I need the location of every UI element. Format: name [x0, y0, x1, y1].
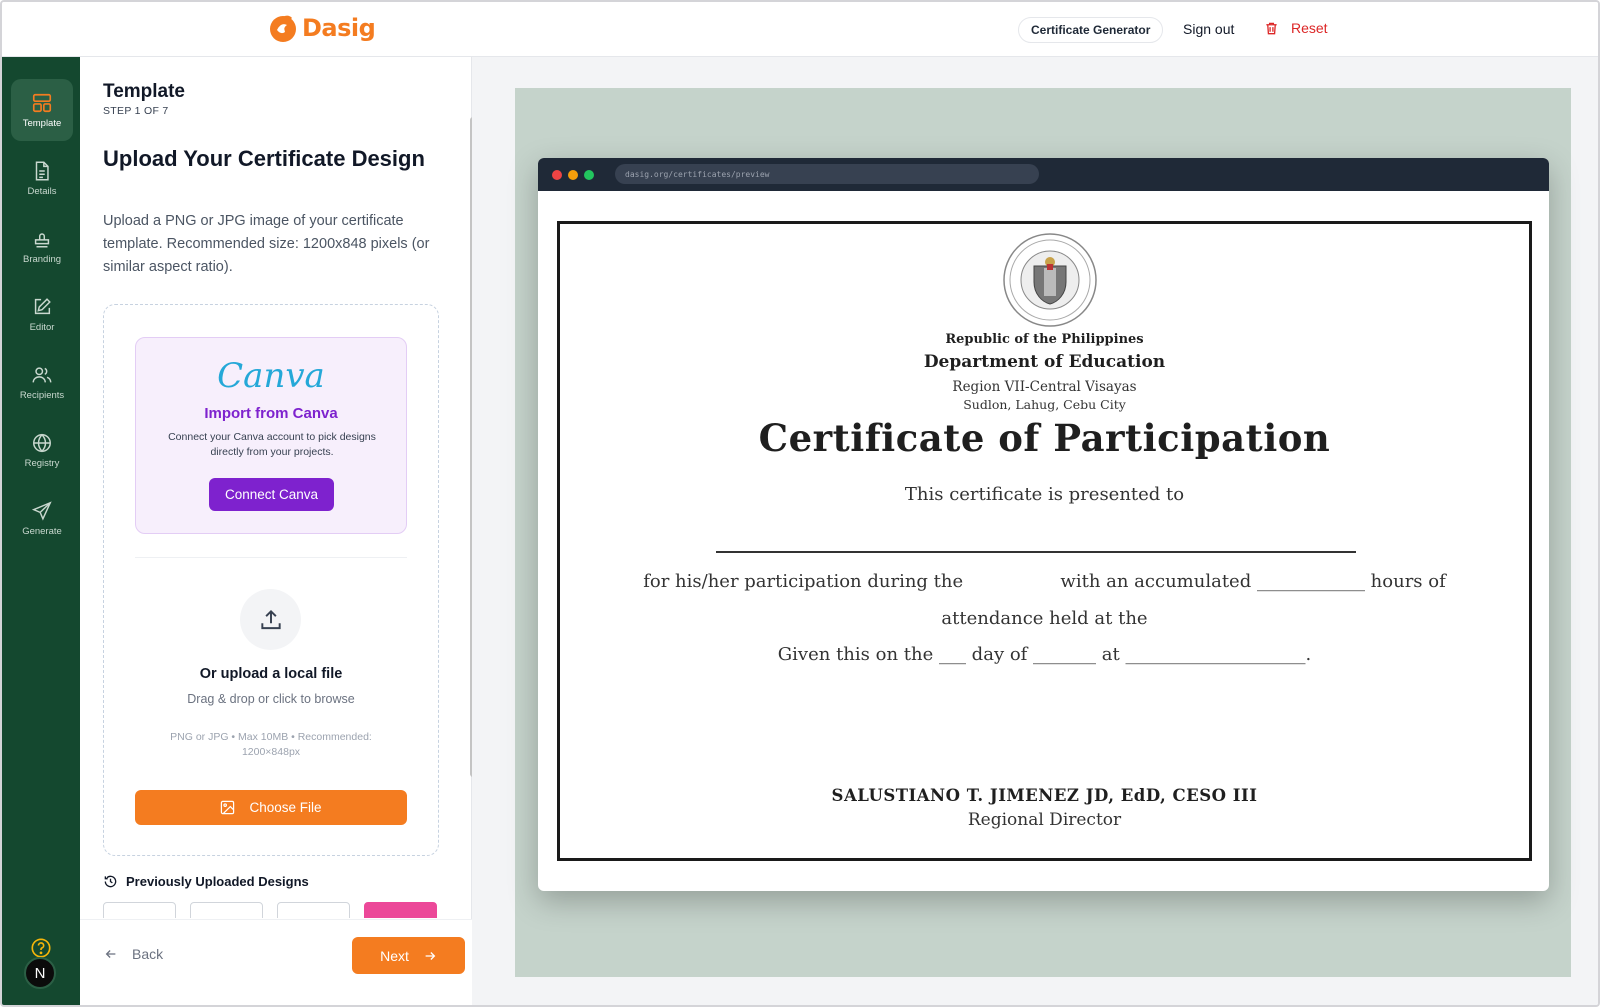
rail-label: Template — [22, 117, 62, 129]
cert-republic: Republic of the Philippines — [945, 332, 1144, 347]
design-thumbnail[interactable] — [277, 902, 350, 918]
rail-item-registry[interactable]: Registry — [11, 419, 73, 481]
stamp-icon — [34, 232, 50, 248]
cert-body-line-3: Given this on the ___ day of _______ at … — [777, 644, 1312, 665]
rail-item-recipients[interactable]: Recipients — [11, 351, 73, 413]
previous-designs-heading: Previously Uploaded Designs — [103, 874, 309, 889]
rail-item-details[interactable]: Details — [11, 147, 73, 209]
section-heading: Upload Your Certificate Design — [103, 146, 425, 171]
cert-signatory-role: Regional Director — [967, 810, 1122, 830]
dasig-logo-icon — [270, 15, 296, 42]
app-window: Dasig Certificate Generator Sign out Res… — [0, 0, 1600, 1007]
user-avatar[interactable]: N — [24, 957, 56, 989]
upload-icon — [260, 609, 281, 629]
reset-button[interactable]: Reset — [1264, 20, 1328, 36]
cert-region: Region VII-Central Visayas — [952, 379, 1137, 395]
sign-out-link[interactable]: Sign out — [1183, 21, 1234, 37]
browser-mockup: dasig.org/certificates/preview Republic … — [538, 158, 1549, 891]
minimize-dot-icon — [568, 170, 578, 180]
design-thumbnail[interactable] — [190, 902, 263, 918]
globe-icon — [33, 433, 51, 452]
back-button[interactable]: Back — [104, 946, 163, 962]
upload-requirements: PNG or JPG • Max 10MB • Recommended: 120… — [170, 731, 372, 758]
rail-item-editor[interactable]: Editor — [11, 283, 73, 345]
send-icon — [31, 500, 52, 521]
panel-footer: Back Next — [80, 919, 472, 1005]
rail-item-template[interactable]: Template — [11, 79, 73, 141]
cert-body-line-2: attendance held at the — [941, 608, 1148, 629]
cert-presented: This certificate is presented to — [904, 484, 1185, 505]
preview-backdrop: dasig.org/certificates/preview Republic … — [515, 88, 1571, 977]
cert-signatory: SALUSTIANO T. JIMENEZ JD, EdD, CESO III — [831, 786, 1258, 805]
edit-icon — [34, 297, 51, 314]
connect-canva-button[interactable]: Connect Canva — [209, 478, 334, 511]
step-indicator: STEP 1 OF 7 — [103, 105, 169, 117]
url-bar: dasig.org/certificates/preview — [615, 164, 1039, 184]
rail-label: Generate — [22, 525, 62, 537]
document-icon — [35, 161, 49, 180]
previous-designs-list — [103, 902, 443, 918]
upload-subtitle: Drag & drop or click to browse — [187, 692, 355, 706]
design-thumbnail[interactable] — [103, 902, 176, 918]
canva-logo: Canva — [217, 356, 325, 396]
canva-description: Connect your Canva account to pick desig… — [168, 431, 376, 458]
cert-address: Sudlon, Lahug, Cebu City — [963, 397, 1126, 412]
choose-file-label: Choose File — [249, 800, 322, 815]
upload-dropzone[interactable]: Canva Import from Canva Connect your Can… — [103, 304, 439, 856]
image-icon — [221, 800, 235, 815]
canva-title: Import from Canva — [204, 405, 338, 422]
close-dot-icon — [552, 170, 562, 180]
next-button[interactable]: Next — [352, 937, 465, 974]
canva-import-card: Canva Import from Canva Connect your Can… — [135, 337, 407, 534]
cert-department: Department of Education — [923, 352, 1166, 372]
cert-title: Certificate of Participation — [758, 416, 1331, 460]
section-description: Upload a PNG or JPG image of your certif… — [103, 213, 430, 275]
panel-title: Template — [103, 81, 186, 102]
arrow-right-icon — [425, 951, 436, 960]
recipient-name-line — [716, 551, 1356, 553]
trash-icon — [1266, 22, 1277, 34]
rail-label: Recipients — [19, 389, 65, 401]
template-panel: Template STEP 1 OF 7 Upload Your Certifi… — [80, 57, 476, 1005]
history-icon — [104, 875, 117, 888]
rail-label: Details — [27, 185, 57, 197]
design-thumbnail[interactable] — [364, 902, 437, 918]
browser-toolbar: dasig.org/certificates/preview — [538, 158, 1549, 191]
step-rail: Template Details Branding Editor Recipie… — [2, 57, 80, 1005]
reset-label: Reset — [1291, 20, 1328, 36]
arrow-left-icon — [105, 950, 116, 958]
upload-icon-badge — [240, 589, 301, 650]
rail-label: Registry — [24, 457, 60, 469]
upload-title: Or upload a local file — [199, 666, 343, 682]
help-icon[interactable] — [30, 937, 52, 959]
rail-item-branding[interactable]: Branding — [11, 215, 73, 277]
users-icon — [32, 366, 52, 382]
brand-name: Dasig — [302, 14, 376, 42]
rail-label: Branding — [22, 253, 62, 265]
maximize-dot-icon — [584, 170, 594, 180]
certificate-generator-chip[interactable]: Certificate Generator — [1018, 17, 1164, 43]
rail-item-generate[interactable]: Generate — [11, 487, 73, 549]
cert-body-line-1: for his/her participation during the wit… — [643, 571, 1446, 592]
rail-label: Editor — [29, 321, 55, 333]
layout-icon — [32, 93, 52, 112]
next-label: Next — [380, 947, 409, 964]
top-header: Dasig Certificate Generator Sign out Res… — [2, 2, 1598, 57]
back-label: Back — [132, 946, 164, 962]
preview-area: dasig.org/certificates/preview Republic … — [472, 57, 1598, 1005]
divider — [135, 557, 407, 558]
previous-designs-label: Previously Uploaded Designs — [126, 874, 309, 889]
choose-file-button[interactable]: Choose File — [135, 790, 407, 825]
brand-logo[interactable]: Dasig — [268, 13, 376, 43]
certificate-preview: Republic of the Philippines Department o… — [557, 221, 1532, 861]
deped-seal-icon — [1003, 233, 1097, 327]
